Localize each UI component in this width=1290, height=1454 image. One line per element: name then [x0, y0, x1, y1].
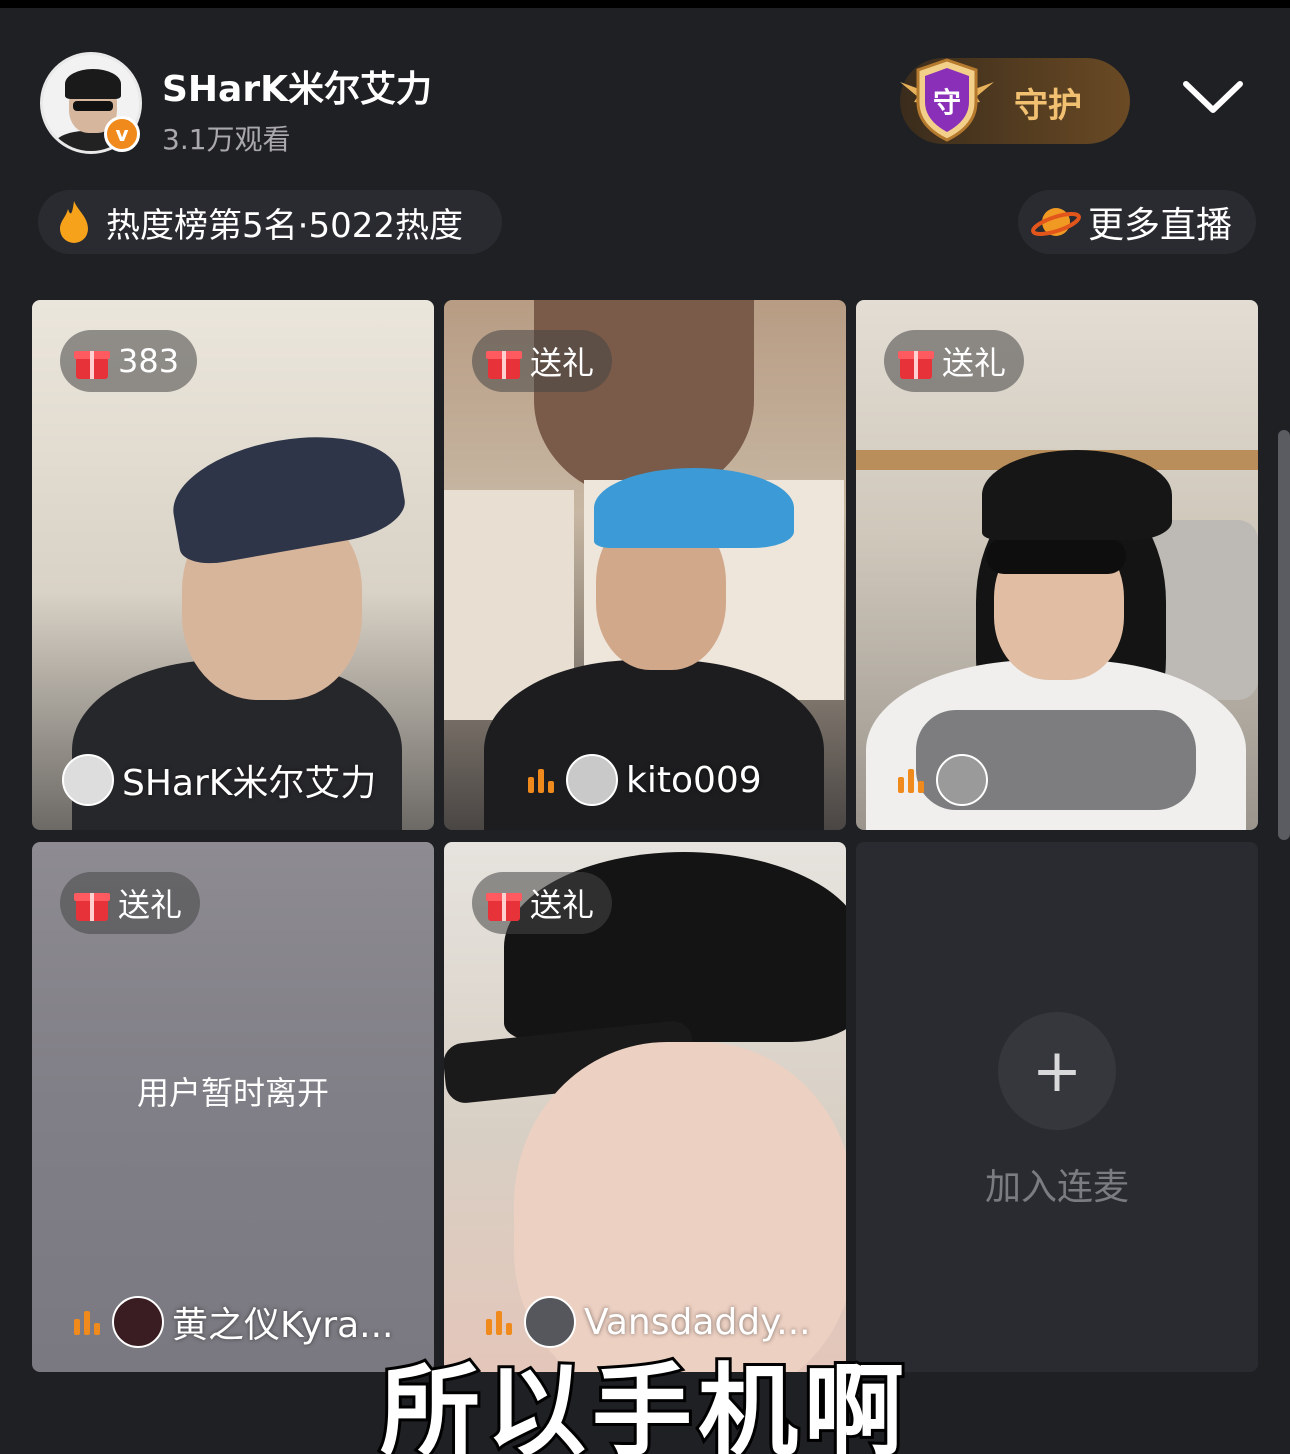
- mic-seat-tile[interactable]: 送礼: [856, 300, 1258, 830]
- gift-label: 送礼: [118, 886, 183, 924]
- heat-rank-pill[interactable]: 热度榜第5名·5022热度: [38, 190, 502, 254]
- plus-icon[interactable]: +: [998, 1012, 1116, 1130]
- user-avatar: [62, 754, 114, 806]
- scrollbar[interactable]: [1278, 430, 1290, 840]
- status-strip: [0, 0, 1290, 8]
- mic-seat-tile[interactable]: 送礼 Vansdaddy...: [444, 842, 846, 1372]
- more-live-button[interactable]: 更多直播: [1018, 190, 1256, 254]
- gift-button[interactable]: 送礼: [60, 872, 201, 934]
- user-avatar: [936, 754, 988, 806]
- chevron-down-icon[interactable]: [1180, 78, 1246, 118]
- seat-user-name: kito009: [626, 759, 762, 801]
- gift-icon: [74, 351, 110, 379]
- gift-icon: [898, 351, 934, 379]
- verified-badge-icon: v: [104, 116, 140, 152]
- sound-level-icon: [528, 769, 554, 793]
- gift-label: 送礼: [530, 886, 595, 924]
- gift-button[interactable]: 送礼: [472, 872, 613, 934]
- gift-icon: [486, 893, 522, 921]
- guard-label: 守护: [1014, 86, 1082, 126]
- mic-seat-tile[interactable]: 383 SHarK米尔艾力: [32, 300, 434, 830]
- mic-seat-tile[interactable]: 送礼 用户暂时离开 黄之仪Kyra...: [32, 842, 434, 1372]
- planet-icon: [1031, 208, 1081, 236]
- viewer-count: 3.1万观看: [162, 123, 291, 156]
- sound-level-icon: [898, 769, 924, 793]
- gift-icon: [486, 351, 522, 379]
- gift-label: 送礼: [530, 344, 595, 382]
- join-mic-tile[interactable]: + 加入连麦: [856, 842, 1258, 1372]
- seat-user[interactable]: kito009: [526, 750, 762, 810]
- user-away-status: 用户暂时离开: [136, 1074, 329, 1112]
- flame-icon: [60, 201, 88, 243]
- seat-user[interactable]: SHarK米尔艾力: [62, 750, 376, 810]
- gift-count: 383: [118, 342, 180, 380]
- video-subtitle: 所以手机啊: [377, 1350, 910, 1454]
- gift-label: 送礼: [942, 344, 1007, 382]
- join-mic-label: 加入连麦: [984, 1167, 1129, 1208]
- gift-button[interactable]: 383: [60, 330, 198, 392]
- gift-icon: [74, 893, 110, 921]
- host-name[interactable]: SHarK米尔艾力: [162, 60, 432, 112]
- gift-button[interactable]: 送礼: [472, 330, 613, 392]
- gift-button[interactable]: 送礼: [884, 330, 1025, 392]
- seat-user[interactable]: [896, 750, 996, 810]
- more-live-label: 更多直播: [1088, 205, 1233, 246]
- guard-button[interactable]: 守 守护: [900, 58, 1130, 144]
- guard-icon-text: 守: [933, 86, 961, 119]
- heat-rank-text: 热度榜第5名·5022热度: [106, 205, 463, 246]
- user-avatar: [566, 754, 618, 806]
- shield-icon: 守: [900, 58, 994, 142]
- seat-user-name: SHarK米尔艾力: [122, 763, 377, 804]
- mic-seat-tile[interactable]: 送礼 kito009: [444, 300, 846, 830]
